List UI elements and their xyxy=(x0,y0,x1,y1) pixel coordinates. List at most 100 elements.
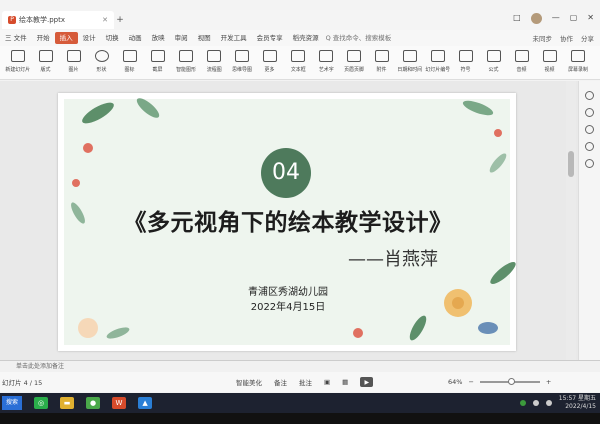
ribbon-new-slide[interactable]: 新建幻灯片 xyxy=(4,50,32,73)
maximize-button[interactable]: ▢ xyxy=(570,13,578,24)
slide-author[interactable]: ——肖燕萍 xyxy=(348,245,438,271)
clock-date: 2022/4/15 xyxy=(565,403,596,410)
menu-member[interactable]: 会员专享 xyxy=(252,32,288,44)
ribbon-picture[interactable]: 图片 xyxy=(60,50,88,73)
more-icon xyxy=(263,50,277,62)
battery-icon[interactable] xyxy=(519,400,526,406)
avatar[interactable] xyxy=(530,13,542,24)
ribbon-wordart[interactable]: 艺术字 xyxy=(312,50,340,73)
smart-beautify-button[interactable]: 智能美化 xyxy=(236,377,262,387)
command-search-input[interactable] xyxy=(323,33,398,43)
menu-transition[interactable]: 切换 xyxy=(101,32,124,44)
app-icon[interactable]: ● xyxy=(86,397,101,409)
ribbon-header-footer[interactable]: 页眉页脚 xyxy=(340,50,368,73)
scroll-thumb[interactable] xyxy=(568,151,574,177)
style-icon[interactable] xyxy=(585,108,594,117)
ribbon-slide-number[interactable]: 幻灯片编号 xyxy=(424,50,452,73)
ribbon-label: 视频 xyxy=(545,67,555,73)
taskbar: 搜索 ◎ ▬ ● W ▲ 15:57 星期五 2022/4/15 xyxy=(0,393,600,413)
ribbon-label: 思维导图 xyxy=(232,67,252,73)
help-icon[interactable] xyxy=(585,159,594,168)
ribbon-textbox[interactable]: 文本框 xyxy=(284,50,312,73)
ribbon-layout[interactable]: 版式 xyxy=(32,50,60,73)
ribbon-label: 符号 xyxy=(461,67,471,73)
network-icon[interactable] xyxy=(532,400,539,406)
share-button[interactable]: 分享 xyxy=(581,33,594,43)
ribbon-attachment[interactable]: 附件 xyxy=(368,50,396,73)
sync-status[interactable]: 未同步 xyxy=(533,33,553,43)
zoom-level[interactable]: 64% xyxy=(448,378,462,386)
ribbon-mindmap[interactable]: 思维导图 xyxy=(228,50,256,73)
animation-icon[interactable] xyxy=(585,125,594,134)
close-tab-icon[interactable]: ✕ xyxy=(102,16,108,24)
menu-file[interactable]: 三 文件 xyxy=(0,32,32,44)
ribbon-label: 音频 xyxy=(517,67,527,73)
ribbon-smartart[interactable]: 智能图形 xyxy=(172,50,200,73)
play-slideshow-icon[interactable]: ▶ xyxy=(360,377,374,387)
ribbon-label: 图标 xyxy=(125,67,135,73)
menu-resources[interactable]: 稻壳资源 xyxy=(288,32,324,44)
menu-right-group: 未同步 协作 分享 xyxy=(533,30,595,46)
ribbon-audio[interactable]: 音频 xyxy=(508,50,536,73)
slide-date[interactable]: 2022年4月15日 xyxy=(218,298,358,313)
menu-developer[interactable]: 开发工具 xyxy=(216,32,252,44)
document-tab[interactable]: P 绘本教学.pptx ✕ xyxy=(2,11,114,29)
zoom-slider-knob[interactable] xyxy=(507,378,515,385)
zoom-out-icon[interactable]: − xyxy=(468,378,473,386)
slide-title[interactable]: 《多元视角下的绘本教学设计》 xyxy=(88,203,488,237)
close-button[interactable]: ✕ xyxy=(587,13,594,24)
new-tab-button[interactable]: + xyxy=(114,14,126,26)
wps-window: P 绘本教学.pptx ✕ + □ — ▢ ✕ 三 文件 开始 插入 设计 切换… xyxy=(0,0,600,424)
ribbon-more[interactable]: 更多 xyxy=(256,50,284,73)
normal-view-icon[interactable]: ▣ xyxy=(324,378,330,386)
slide-canvas[interactable]: 04 《多元视角下的绘本教学设计》 ——肖燕萍 青浦区秀湖幼儿园 2022年4月… xyxy=(58,93,516,351)
minimize-button[interactable]: — xyxy=(552,13,560,24)
wps-icon[interactable]: W xyxy=(112,397,127,409)
transition-icon[interactable] xyxy=(585,142,594,151)
folder-icon[interactable]: ▬ xyxy=(60,397,75,409)
properties-icon[interactable] xyxy=(585,91,594,100)
notes-toggle-button[interactable]: 备注 xyxy=(274,377,287,387)
ribbon-screenshot[interactable]: 截屏 xyxy=(144,50,172,73)
wechat-icon[interactable]: ◎ xyxy=(34,397,49,409)
window-mode-icon[interactable]: □ xyxy=(513,13,521,24)
ribbon-screen-record[interactable]: 屏幕录制 xyxy=(564,50,592,73)
ribbon-shape[interactable]: 形状 xyxy=(88,50,116,73)
menu-slideshow[interactable]: 放映 xyxy=(147,32,170,44)
menu-insert[interactable]: 插入 xyxy=(54,32,78,44)
menu-review[interactable]: 审阅 xyxy=(170,32,193,44)
ribbon-label: 艺术字 xyxy=(318,67,334,73)
ribbon-video[interactable]: 视频 xyxy=(536,50,564,73)
ribbon-icons[interactable]: 图标 xyxy=(116,50,144,73)
header-footer-icon xyxy=(347,50,361,62)
meeting-icon[interactable]: ▲ xyxy=(138,397,153,409)
slide-organization[interactable]: 青浦区秀湖幼儿园 xyxy=(218,283,358,298)
vertical-scrollbar[interactable] xyxy=(566,81,576,365)
title-bar: P 绘本教学.pptx ✕ + □ — ▢ ✕ xyxy=(0,10,600,30)
audio-icon xyxy=(515,50,529,62)
taskbar-apps: ◎ ▬ ● W ▲ xyxy=(22,397,153,409)
ribbon-datetime[interactable]: 日期和时间 xyxy=(396,50,424,73)
ribbon-symbol[interactable]: 符号 xyxy=(452,50,480,73)
volume-icon[interactable] xyxy=(545,400,552,406)
notes-pane[interactable]: 单击此处添加备注 xyxy=(0,360,600,372)
clock[interactable]: 15:57 星期五 2022/4/15 xyxy=(559,395,596,411)
status-controls: 智能美化 备注 批注 ▣ ▦ ▶ xyxy=(236,377,374,387)
menu-home[interactable]: 开始 xyxy=(32,32,55,44)
zoom-slider[interactable] xyxy=(479,378,540,385)
menu-view[interactable]: 视图 xyxy=(193,32,216,44)
insert-ribbon: 新建幻灯片 版式 图片 形状 图标 截屏 智能图形 流程图 思维导图 更多 文本… xyxy=(0,46,600,80)
taskbar-search-button[interactable]: 搜索 xyxy=(2,396,23,410)
mindmap-icon xyxy=(235,50,249,62)
formula-icon xyxy=(487,50,501,62)
menu-animation[interactable]: 动画 xyxy=(124,32,147,44)
ribbon-flowchart[interactable]: 流程图 xyxy=(200,50,228,73)
zoom-in-icon[interactable]: + xyxy=(546,378,551,386)
sorter-view-icon[interactable]: ▦ xyxy=(342,378,348,386)
ribbon-formula[interactable]: 公式 xyxy=(480,50,508,73)
comments-button[interactable]: 批注 xyxy=(299,377,312,387)
collaborate-button[interactable]: 协作 xyxy=(560,33,573,43)
menu-design[interactable]: 设计 xyxy=(78,32,101,44)
screen-record-icon xyxy=(571,50,585,62)
ribbon-label: 页眉页脚 xyxy=(344,67,364,73)
